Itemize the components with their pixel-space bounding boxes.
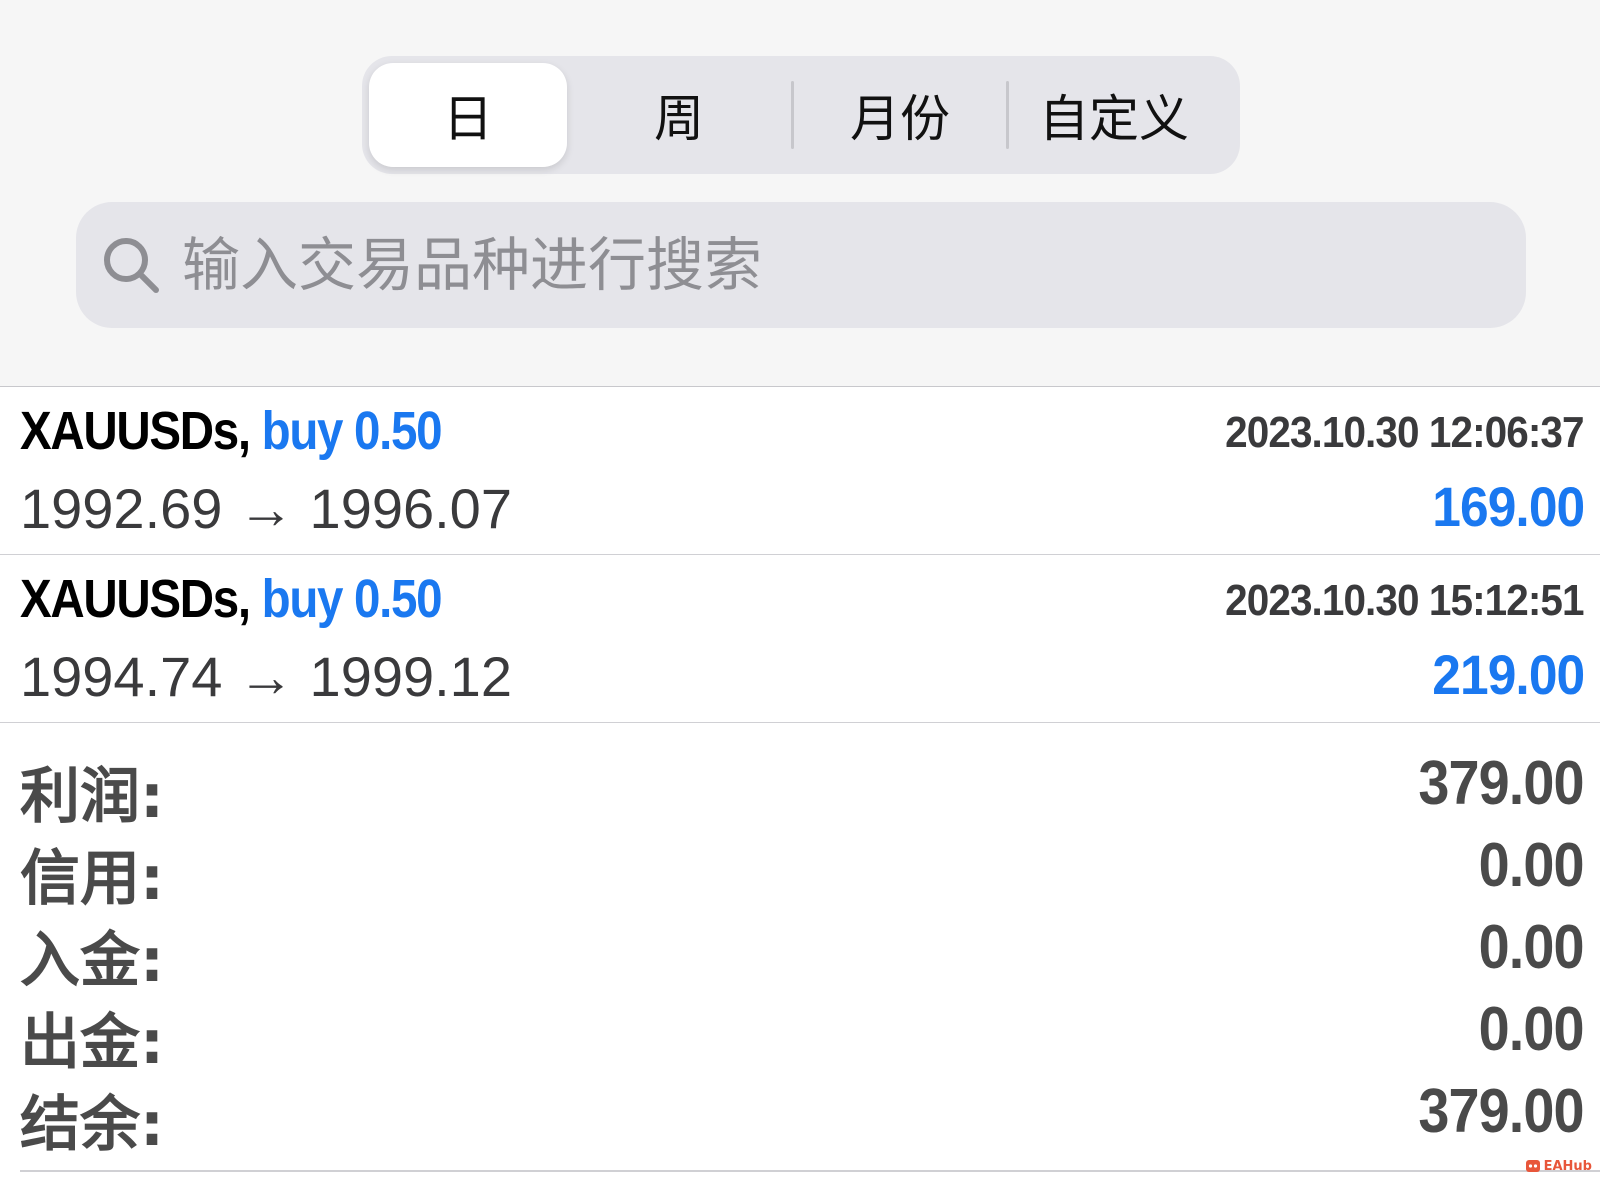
watermark-text: EAHub: [1543, 1158, 1592, 1174]
summary-label: 出金:: [20, 1008, 164, 1078]
divider: [20, 1170, 1600, 1172]
summary-row-deposit: 入金: 0.00: [20, 912, 1585, 996]
trade-side: buy: [261, 569, 344, 629]
summary-value: 379.00: [1418, 1077, 1585, 1146]
trade-volume: 0.50: [354, 569, 443, 629]
watermark-logo-icon: [1525, 1160, 1540, 1172]
search-input[interactable]: [180, 214, 1484, 316]
summary-label: 结余:: [20, 1090, 164, 1160]
trade-row[interactable]: XAUUSDs, buy 0.50 2023.10.30 15:12:51 19…: [0, 556, 1600, 723]
trade-time: 2023.10.30 15:12:51: [1225, 576, 1585, 625]
trade-side: buy: [261, 401, 344, 461]
trade-symbol: XAUUSDs,: [20, 401, 251, 461]
summary-label: 利润:: [20, 762, 164, 832]
trade-volume: 0.50: [354, 401, 443, 461]
trade-title: XAUUSDs, buy 0.50: [20, 568, 443, 630]
summary-row-withdrawal: 出金: 0.00: [20, 994, 1585, 1078]
trade-profit: 169.00: [1431, 475, 1585, 538]
search-icon: [100, 234, 162, 296]
tab-custom[interactable]: 自定义: [1009, 56, 1219, 174]
trade-profit: 219.00: [1431, 643, 1585, 706]
summary-value: 0.00: [1478, 995, 1585, 1064]
trade-row[interactable]: XAUUSDs, buy 0.50 2023.10.30 12:06:37 19…: [0, 388, 1600, 555]
trade-title: XAUUSDs, buy 0.50: [20, 400, 443, 462]
tab-month[interactable]: 月份: [794, 56, 1006, 174]
summary-value: 0.00: [1478, 913, 1585, 982]
tab-day[interactable]: 日: [369, 63, 567, 167]
search-bar[interactable]: [76, 202, 1526, 328]
trade-time: 2023.10.30 12:06:37: [1225, 408, 1585, 457]
tab-week[interactable]: 周: [567, 56, 791, 174]
summary-value: 0.00: [1478, 831, 1585, 900]
summary-row-balance: 结余: 379.00: [20, 1076, 1585, 1160]
summary-label: 信用:: [20, 844, 164, 914]
summary-label: 入金:: [20, 926, 164, 996]
trade-prices: 1992.69 → 1996.07: [20, 477, 512, 540]
summary-value: 379.00: [1418, 749, 1585, 818]
watermark: EAHub: [1525, 1158, 1592, 1174]
period-segmented-control: 日 周 月份 自定义: [362, 56, 1240, 174]
header-area: 日 周 月份 自定义: [0, 0, 1600, 387]
trade-prices: 1994.74 → 1999.12: [20, 645, 512, 708]
summary-row-profit: 利润: 379.00: [20, 748, 1585, 832]
trade-symbol: XAUUSDs,: [20, 569, 251, 629]
summary-row-credit: 信用: 0.00: [20, 830, 1585, 914]
